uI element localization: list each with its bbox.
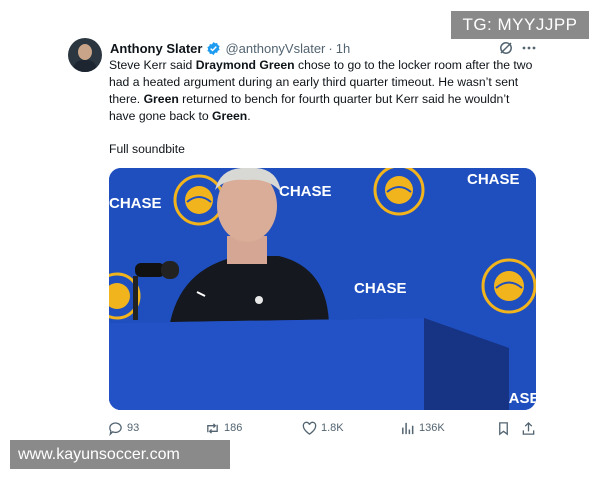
site-watermark: www.kayunsoccer.com bbox=[10, 440, 230, 469]
bookmark-icon bbox=[499, 421, 508, 435]
tweet-actions: 93 186 1.8K 136K bbox=[108, 420, 538, 440]
bookmark-button[interactable] bbox=[496, 420, 511, 436]
backdrop-chase-2: CHASE bbox=[279, 183, 332, 200]
podium bbox=[109, 318, 509, 410]
telegram-watermark: TG: MYYJJPP bbox=[451, 11, 589, 39]
reply-icon bbox=[109, 421, 122, 436]
tweet-text-bold: Draymond Green bbox=[195, 58, 295, 72]
press-conference-image: CHASE CHASE CHASE CHASE CHASE bbox=[109, 168, 536, 410]
share-icon bbox=[522, 421, 535, 435]
repost-button[interactable]: 186 bbox=[205, 420, 242, 436]
timestamp[interactable]: 1h bbox=[336, 41, 350, 56]
share-button[interactable] bbox=[521, 420, 536, 436]
avatar[interactable] bbox=[68, 38, 102, 72]
views-icon bbox=[402, 422, 414, 434]
verified-icon bbox=[207, 41, 221, 55]
tweet-card: Anthony Slater @anthonyVslater · 1h Stev… bbox=[0, 0, 600, 480]
author-name[interactable]: Anthony Slater bbox=[110, 41, 202, 56]
warriors-logo-3 bbox=[481, 258, 536, 314]
backdrop-chase-3: CHASE bbox=[467, 171, 520, 188]
warriors-logo-2 bbox=[373, 168, 425, 216]
tweet-text-bold: Green bbox=[212, 109, 248, 123]
tweet-text-segment: Steve Kerr said bbox=[109, 58, 196, 72]
video-thumbnail[interactable]: CHASE CHASE CHASE CHASE CHASE bbox=[109, 168, 536, 410]
warriors-logo-1 bbox=[173, 174, 225, 226]
tweet-text: Steve Kerr said Draymond Green chose to … bbox=[109, 57, 539, 125]
grok-icon[interactable] bbox=[498, 40, 514, 56]
like-icon bbox=[302, 421, 317, 435]
tweet-text-segment: . bbox=[247, 109, 251, 123]
author-handle[interactable]: @anthonyVslater bbox=[225, 41, 325, 56]
tweet-header: Anthony Slater @anthonyVslater · 1h bbox=[110, 38, 350, 58]
retweet-icon bbox=[207, 422, 218, 434]
separator-dot: · bbox=[328, 40, 333, 56]
like-button[interactable]: 1.8K bbox=[302, 420, 344, 436]
views-button[interactable]: 136K bbox=[400, 420, 445, 436]
backdrop-chase-1: CHASE bbox=[109, 195, 162, 212]
views-count: 136K bbox=[419, 422, 445, 434]
repost-count: 186 bbox=[224, 422, 243, 434]
reply-button[interactable]: 93 bbox=[108, 420, 139, 436]
like-count: 1.8K bbox=[321, 422, 344, 434]
backdrop-chase-4: CHASE bbox=[354, 280, 407, 297]
soundbite-label: Full soundbite bbox=[109, 142, 185, 156]
reply-count: 93 bbox=[127, 422, 140, 434]
tweet-text-bold: Green bbox=[143, 92, 179, 106]
more-icon[interactable] bbox=[521, 40, 537, 56]
